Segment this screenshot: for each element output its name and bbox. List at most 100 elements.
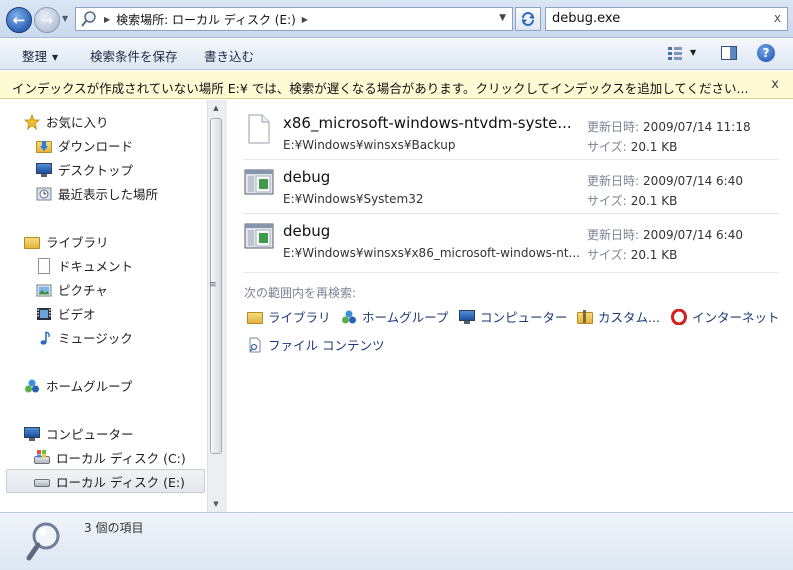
search-again-item-label: ライブラリ [268,310,331,325]
result-path: E:¥Windows¥winsxs¥Backup [283,138,456,152]
sidebar-item-libraries[interactable]: ライブラリ [24,232,109,251]
search-again-item-label: ホームグループ [362,310,449,325]
result-size: サイズ: 20.1 KB [587,192,677,209]
homegroup-icon [341,309,357,325]
navigation-pane: お気に入り ダウンロード デスクトップ 最近表示した場所 ライブラリ ドキュメン… [0,100,207,512]
search-again-computer[interactable]: コンピューター [459,307,568,326]
search-again-custom[interactable]: カスタム... [577,307,660,326]
breadcrumb-arrow-icon[interactable]: ▶ [104,15,110,24]
sidebar-scrollbar[interactable]: ▲ ▼ [207,100,224,512]
organize-label: 整理 [22,49,48,64]
size-value: 20.1 KB [630,248,678,262]
view-options-button[interactable] [666,44,684,65]
sidebar-item-pictures[interactable]: ピクチャ [36,280,108,299]
result-size: サイズ: 20.1 KB [587,246,677,263]
sidebar-item-drive-c[interactable]: ローカル ディスク (C:) [34,448,186,467]
search-again-file-contents[interactable]: ファイル コンテンツ [247,335,384,354]
result-item[interactable]: debug E:¥Windows¥System32 更新日時: 2009/07/1… [241,154,781,209]
forward-button[interactable]: → [34,7,60,33]
sidebar-label: ローカル ディスク (C:) [56,451,186,466]
view-options-dropdown[interactable]: ▼ [690,48,696,57]
address-path[interactable]: 検索場所: ローカル ディスク (E:) [116,11,296,28]
result-item[interactable]: debug E:¥Windows¥winsxs¥x86_microsoft-wi… [241,208,781,263]
clear-search-button[interactable]: x [774,11,781,25]
sidebar-label: ビデオ [58,307,96,322]
sidebar-item-music[interactable]: ミュージック [36,328,133,347]
result-name[interactable]: x86_microsoft-windows-ntvdm-syste... [283,114,572,132]
blank-file-icon [244,114,272,144]
search-again-item-label: カスタム... [598,310,660,325]
sidebar-item-computer[interactable]: コンピューター [24,424,134,443]
chevron-down-icon: ▼ [52,53,59,62]
search-input[interactable]: debug.exe x [545,7,788,31]
result-path: E:¥Windows¥winsxs¥x86_microsoft-windows-… [283,246,580,260]
preview-pane-icon [721,46,737,60]
modified-value: 2009/07/14 6:40 [643,228,743,242]
recent-pages-dropdown[interactable]: ▼ [62,14,68,23]
result-name[interactable]: debug [283,222,330,240]
opera-icon [671,308,687,325]
sidebar-label: ピクチャ [58,283,108,298]
search-query[interactable]: debug.exe [552,11,620,26]
documents-icon [36,257,52,274]
search-again-internet[interactable]: インターネット [671,307,780,326]
result-modified: 更新日時: 2009/07/14 6:40 [587,172,743,189]
sidebar-label: ローカル ディスク (E:) [56,474,185,490]
modified-label: 更新日時: [587,120,640,134]
search-again-homegroup[interactable]: ホームグループ [341,307,448,326]
divider [243,272,779,273]
sidebar-item-favorites[interactable]: お気に入り [23,112,109,131]
sidebar-label: ミュージック [58,331,133,346]
result-item[interactable]: x86_microsoft-windows-ntvdm-syste... E:¥… [241,100,781,154]
organize-button[interactable]: 整理 ▼ [22,46,58,65]
details-pane: 3 個の項目 [0,512,793,570]
desktop-icon [36,162,52,178]
sidebar-item-homegroup[interactable]: ホームグループ [24,376,132,395]
back-button[interactable]: ← [6,7,32,33]
sidebar-label: ダウンロード [58,139,134,154]
scroll-down-icon[interactable]: ▼ [208,496,224,512]
sidebar-item-documents[interactable]: ドキュメント [36,256,133,275]
result-name[interactable]: debug [283,168,330,186]
address-bar[interactable]: ▶ 検索場所: ローカル ディスク (E:) ▶ ▼ [75,7,513,31]
search-again-label: 次の範囲内を再検索: [244,286,357,300]
preview-pane-button[interactable] [720,44,738,65]
sidebar-label: ドキュメント [58,259,134,274]
infobar-close-button[interactable]: x [771,77,779,92]
sidebar-item-desktop[interactable]: デスクトップ [36,160,133,179]
help-icon: ? [757,44,775,62]
result-path: E:¥Windows¥System32 [283,192,424,206]
infobar-message[interactable]: インデックスが作成されていない場所 E:¥ では、検索が遅くなる場合があります。… [12,81,748,96]
command-bar: 整理 ▼ 検索条件を保存 書き込む ▼ ? [0,38,793,70]
breadcrumb-arrow-icon[interactable]: ▶ [302,15,308,24]
sidebar-item-downloads[interactable]: ダウンロード [36,136,133,155]
search-again-item-label: ファイル コンテンツ [268,338,385,353]
size-value: 20.1 KB [630,194,678,208]
exe-icon [244,222,274,252]
sidebar-item-drive-e[interactable]: ローカル ディスク (E:) [6,469,205,493]
size-value: 20.1 KB [630,140,678,154]
save-search-button[interactable]: 検索条件を保存 [90,46,178,65]
refresh-button[interactable] [515,7,541,31]
burn-button[interactable]: 書き込む [204,46,254,65]
scroll-up-icon[interactable]: ▲ [208,100,224,116]
index-warning-infobar[interactable]: インデックスが作成されていない場所 E:¥ では、検索が遅くなる場合があります。… [0,71,793,99]
recent-places-icon [36,186,52,202]
help-button[interactable]: ? [757,44,775,62]
pictures-icon [36,282,52,298]
downloads-folder-icon [36,138,52,154]
search-again-libraries[interactable]: ライブラリ [247,307,331,326]
splitter-grip-icon[interactable]: ≡ [209,280,217,290]
search-again-item-label: コンピューター [480,310,568,325]
modified-value: 2009/07/14 11:18 [643,120,751,134]
computer-icon [24,426,40,442]
homegroup-icon [24,378,40,394]
size-label: サイズ: [587,140,627,154]
library-icon [247,309,263,325]
sidebar-label: ライブラリ [46,235,109,250]
address-history-dropdown[interactable]: ▼ [499,13,506,23]
sidebar-item-videos[interactable]: ビデオ [36,304,96,323]
modified-label: 更新日時: [587,228,640,242]
modified-label: 更新日時: [587,174,640,188]
sidebar-item-recent-places[interactable]: 最近表示した場所 [36,184,158,203]
